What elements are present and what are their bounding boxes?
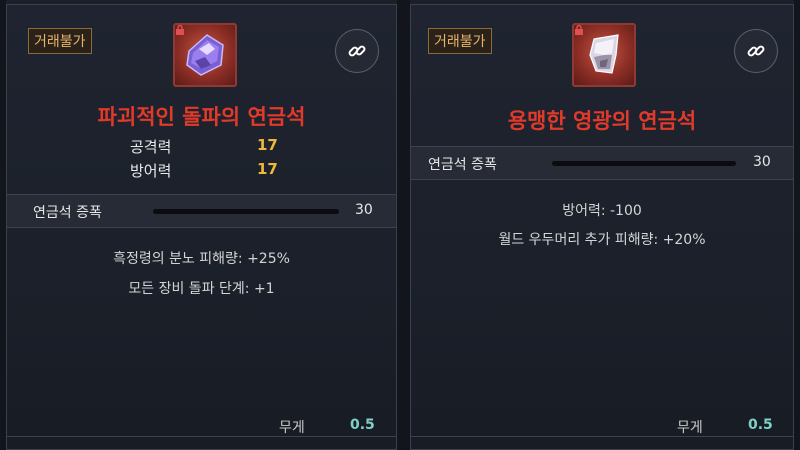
amplification-bar [552,161,736,166]
item-tooltip-card: 거래불가 파괴적인 돌파의 연금석 공격력 17 방어력 17 연금석 증폭 3… [6,4,397,450]
divider [411,179,793,180]
weight-value: 0.5 [748,417,773,433]
effect-line: 모든 장비 돌파 단계: +1 [128,281,275,297]
amplification-row: 연금석 증폭 30 [411,147,793,179]
untradable-badge: 거래불가 [428,28,492,54]
link-icon [747,45,765,57]
link-button[interactable] [335,29,379,73]
item-name: 용맹한 영광의 연금석 [507,109,697,133]
weight-label: 무게 [677,420,703,436]
divider [411,436,793,437]
background-strip-right [794,0,800,450]
white-crystal-icon[interactable] [572,23,636,87]
divider [7,227,396,228]
stat-value: 17 [257,160,278,178]
stat-value: 17 [257,136,278,154]
effect-line: 월드 우두머리 추가 피해량: +20% [498,232,706,248]
weight-value: 0.5 [350,417,375,433]
amplification-label: 연금석 증폭 [428,157,497,173]
link-button[interactable] [734,29,778,73]
amplification-bar [153,209,339,214]
purple-crystal-icon[interactable] [173,23,237,87]
link-icon [348,45,366,57]
effect-line: 흑정령의 분노 피해량: +25% [113,251,290,267]
amplification-value: 30 [753,154,771,170]
amplification-label: 연금석 증폭 [33,205,102,221]
item-tooltip-card: 거래불가 용맹한 영광의 연금석 연금석 증폭 30 방어력: -100 월드 … [410,4,794,450]
stat-label: 방어력 [130,162,172,180]
weight-label: 무게 [279,420,305,436]
stat-label: 공격력 [130,138,172,156]
effect-line: 방어력: -100 [562,203,642,219]
item-name: 파괴적인 돌파의 연금석 [97,105,306,129]
amplification-row: 연금석 증폭 30 [7,195,396,227]
amplification-value: 30 [355,202,373,218]
lock-icon [176,25,184,35]
lock-icon [575,25,583,35]
background-strip-middle [397,0,410,450]
untradable-badge: 거래불가 [28,28,92,54]
divider [7,436,396,437]
